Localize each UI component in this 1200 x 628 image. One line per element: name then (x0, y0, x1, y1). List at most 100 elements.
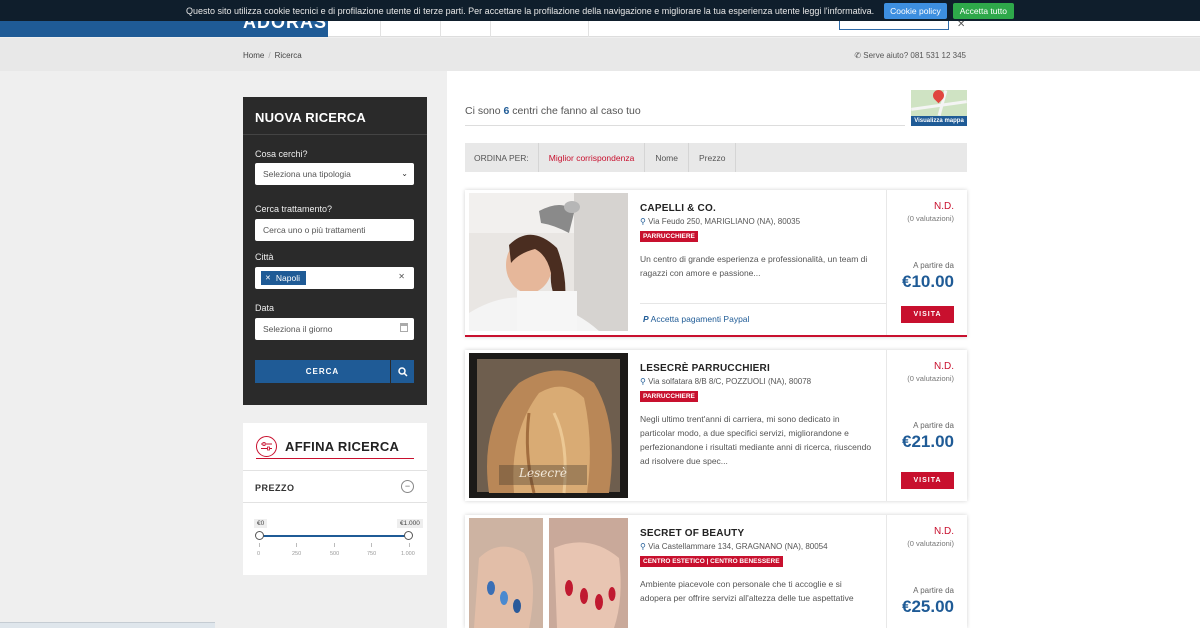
salon-address: ⚲ Via Castellammare 134, GRAGNANO (NA), … (640, 542, 828, 551)
salon-description: Negli ultimo trent'anni di carriera, mi … (640, 414, 872, 466)
divider (243, 134, 427, 135)
search-panel: NUOVA RICERCA Cosa cerchi? Seleziona una… (243, 97, 427, 405)
price-slider-min-handle[interactable] (255, 531, 264, 540)
price-slider-max-handle[interactable] (404, 531, 413, 540)
salon-photo[interactable]: Lesecrè (469, 353, 628, 498)
scale-label: 250 (292, 551, 302, 557)
divider (886, 190, 887, 337)
review-count: (0 valutazioni) (907, 374, 954, 383)
city-input[interactable]: ✕ Napoli ✕ (255, 267, 414, 289)
breadcrumb-separator: / (268, 51, 271, 60)
salon-name[interactable]: CAPELLI & CO. (640, 203, 716, 214)
city-tag[interactable]: ✕ Napoli (261, 271, 306, 285)
card-accent-line (465, 335, 967, 337)
clear-icon[interactable]: ✕ (398, 272, 405, 281)
result-count: Ci sono 6 centri che fanno al caso tuo (465, 105, 641, 117)
address-text: Via solfatara 8/B 8/C, POZZUOLI (NA), 80… (648, 377, 812, 386)
treatment-input[interactable]: Cerca uno o più trattamenti (255, 219, 414, 241)
category-badge: PARRUCCHIERE (640, 231, 698, 242)
logo[interactable]: ADORAS (243, 21, 327, 33)
result-card[interactable]: SECRET OF BEAUTY ⚲ Via Castellammare 134… (465, 515, 967, 628)
search-title: NUOVA RICERCA (255, 110, 366, 125)
city-tag-label: Napoli (275, 273, 300, 283)
search-button[interactable]: CERCA (255, 360, 390, 383)
salon-logo-text: Lesecrè (518, 466, 567, 480)
price-value: €25.00 (902, 597, 954, 616)
type-label: Cosa cerchi? (255, 149, 308, 159)
breadcrumb: Home / Ricerca (243, 51, 302, 60)
browser-status-bar (0, 622, 215, 628)
divider (465, 125, 905, 126)
breadcrumb-row: Home / Ricerca ✆ Serve aiuto? 081 531 12 3… (0, 38, 1200, 71)
date-label: Data (255, 303, 275, 313)
divider (886, 350, 887, 501)
phone-icon: ✆ (854, 51, 862, 60)
visit-button[interactable]: VISITA (901, 306, 954, 323)
search-icon[interactable] (391, 360, 414, 383)
price-slider-track[interactable] (259, 535, 409, 537)
rating-value: N.D. (934, 361, 954, 372)
visit-button[interactable]: VISITA (901, 472, 954, 489)
sort-option-price[interactable]: Prezzo (688, 143, 737, 172)
accept-cookies-button[interactable]: Accetta tutto (952, 2, 1014, 19)
salon-photo[interactable] (469, 193, 628, 331)
location-pin-icon: ⚲ (640, 217, 646, 226)
view-map-button[interactable]: Visualizza mappa (911, 90, 967, 126)
cookie-text: Questo sito utilizza cookie tecnici e di… (186, 5, 875, 16)
salon-description: Un centro di grande esperienza e profess… (640, 254, 868, 278)
help-phone[interactable]: ✆ Serve aiuto? 081 531 12 345 (854, 51, 966, 60)
salon-name[interactable]: LESECRÈ PARRUCCHIERI (640, 363, 770, 374)
scale-tick (409, 543, 410, 547)
paypal-info: P Accetta pagamenti Paypal (643, 314, 749, 324)
price-from-label: A partire da (913, 421, 954, 430)
location-pin-icon: ⚲ (640, 542, 646, 551)
paypal-text: Accetta pagamenti Paypal (650, 314, 750, 324)
salon-name[interactable]: SECRET OF BEAUTY (640, 528, 744, 539)
price-min-value: €0 (254, 519, 268, 528)
price-value: €21.00 (902, 432, 954, 451)
result-count-prefix: Ci sono (465, 105, 501, 117)
rating-value: N.D. (934, 201, 954, 212)
calendar-icon (400, 323, 408, 332)
divider (886, 515, 887, 628)
filter-panel: AFFINA RICERCA PREZZO − €0 €1.000 0 250 … (243, 423, 427, 575)
logo-block[interactable]: ADORAS (0, 21, 328, 37)
scale-tick (371, 543, 372, 547)
category-badge: CENTRO ESTETICO | CENTRO BENESSERE (640, 556, 783, 567)
sort-option-name[interactable]: Nome (644, 143, 688, 172)
cookie-policy-button[interactable]: Cookie policy (884, 2, 947, 19)
collapse-icon[interactable]: − (401, 480, 414, 493)
type-select[interactable]: Seleziona una tipologia ⌄ (255, 163, 414, 185)
nav-divider (440, 21, 441, 37)
salon-photo[interactable] (469, 518, 628, 628)
location-pin-icon: ⚲ (640, 377, 646, 386)
price-value: €10.00 (902, 272, 954, 291)
sort-bar: ORDINA PER: Miglior corrispondenza Nome … (465, 143, 967, 172)
date-input[interactable]: Seleziona il giorno (255, 318, 414, 340)
salon-description: Ambiente piacevole con personale che ti … (640, 579, 854, 603)
paypal-icon: P (643, 314, 649, 324)
scale-label: 1.000 (401, 551, 415, 557)
header-search-input[interactable] (839, 21, 949, 30)
result-card[interactable]: Lesecrè LESECRÈ PARRUCCHIERI ⚲ Via solfa… (465, 350, 967, 501)
category-badge: PARRUCCHIERE (640, 391, 698, 402)
scale-tick (259, 543, 260, 547)
result-count-suffix: centri che fanno al caso tuo (512, 105, 641, 117)
salon-address: ⚲ Via solfatara 8/B 8/C, POZZUOLI (NA), … (640, 377, 811, 386)
sort-label: ORDINA PER: (474, 152, 529, 163)
scale-tick (296, 543, 297, 547)
breadcrumb-home[interactable]: Home (243, 51, 264, 60)
sort-option-best-match[interactable]: Miglior corrispondenza (537, 143, 645, 172)
title-underline (256, 458, 414, 459)
salon-address: ⚲ Via Feudo 250, MARIGLIANO (NA), 80035 (640, 217, 800, 226)
result-count-number: 6 (503, 105, 510, 117)
scale-label: 750 (367, 551, 377, 557)
result-card[interactable]: CAPELLI & CO. ⚲ Via Feudo 250, MARIGLIAN… (465, 190, 967, 337)
price-from-label: A partire da (913, 586, 954, 595)
treatment-label: Cerca trattamento? (255, 204, 333, 214)
nav-divider (380, 21, 381, 37)
price-filter-label: PREZZO (255, 483, 295, 493)
remove-tag-icon[interactable]: ✕ (265, 274, 271, 282)
address-text: Via Feudo 250, MARIGLIANO (NA), 80035 (648, 217, 801, 226)
chevron-down-icon: ⌄ (401, 169, 408, 178)
